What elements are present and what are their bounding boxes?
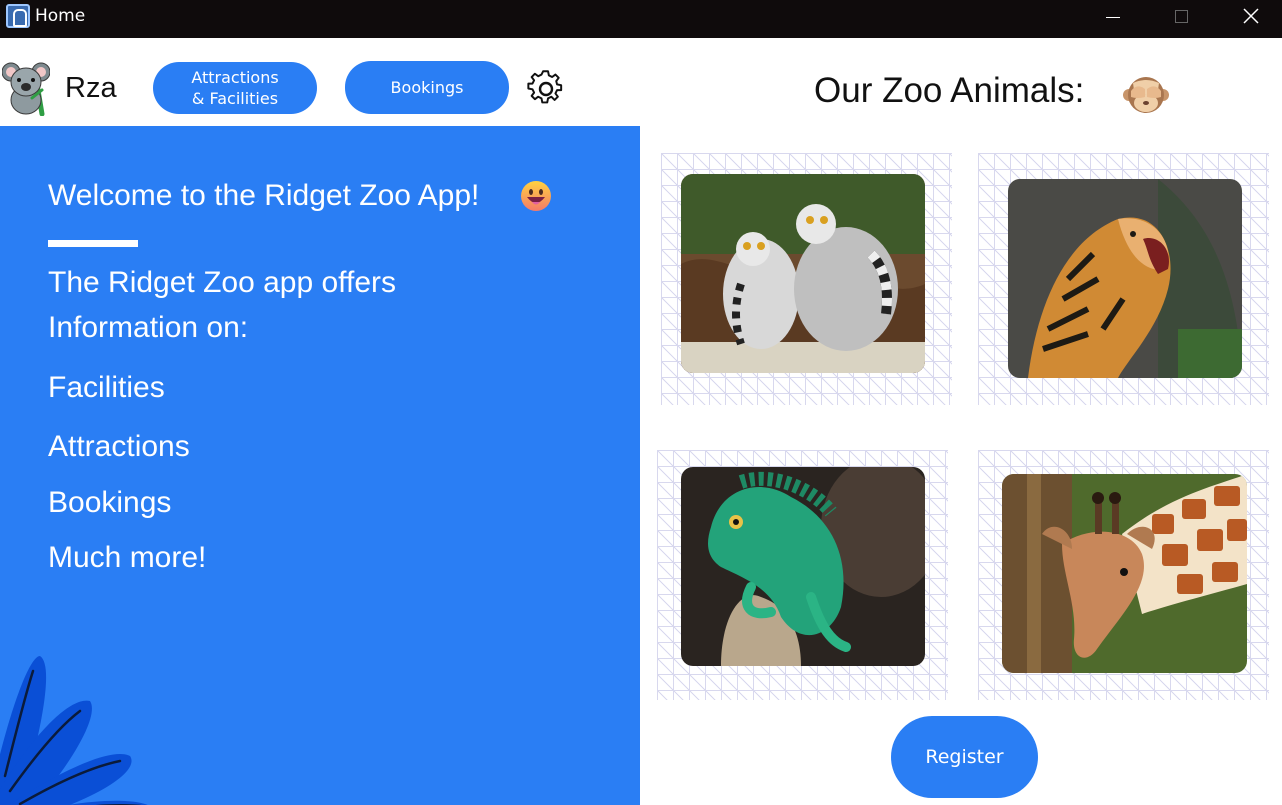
feature-attractions: Attractions bbox=[48, 430, 190, 463]
close-button[interactable] bbox=[1216, 0, 1282, 32]
giraffe-photo[interactable] bbox=[1002, 474, 1247, 673]
animals-title: Our Zoo Animals: bbox=[814, 71, 1085, 110]
app-window-icon bbox=[6, 4, 30, 28]
attractions-facilities-button[interactable]: Attractions & Facilities bbox=[153, 62, 317, 114]
attractions-facilities-label-line1: Attractions bbox=[191, 68, 279, 87]
tiger-photo[interactable] bbox=[1008, 179, 1242, 378]
bookings-label: Bookings bbox=[390, 78, 464, 97]
window-title: Home bbox=[35, 6, 86, 26]
intro-text-line2: Information on: bbox=[48, 311, 249, 344]
maximize-button[interactable] bbox=[1146, 0, 1216, 32]
bookings-button[interactable]: Bookings bbox=[345, 61, 509, 114]
window-titlebar: Home bbox=[0, 0, 1282, 38]
lizard-photo[interactable] bbox=[681, 467, 925, 666]
welcome-heading: Welcome to the Ridget Zoo App! bbox=[48, 179, 480, 212]
koala-icon bbox=[2, 62, 50, 116]
lemurs-photo[interactable] bbox=[681, 174, 925, 373]
grinning-face-emoji bbox=[521, 181, 551, 211]
attractions-facilities-label-line2: & Facilities bbox=[191, 89, 279, 108]
welcome-panel: Welcome to the Ridget Zoo App! The Ridge… bbox=[0, 126, 640, 805]
close-icon bbox=[1243, 8, 1259, 24]
feature-facilities: Facilities bbox=[48, 371, 165, 404]
intro-text-line1: The Ridget Zoo app offers bbox=[48, 266, 396, 299]
brand-name: Rza bbox=[65, 72, 117, 104]
gear-icon[interactable] bbox=[527, 70, 565, 108]
attractions-facilities-label: Attractions & Facilities bbox=[191, 67, 278, 109]
maximize-icon bbox=[1174, 9, 1188, 23]
heading-divider bbox=[48, 240, 138, 247]
feature-bookings: Bookings bbox=[48, 486, 172, 519]
leaf-decoration bbox=[0, 656, 148, 805]
see-no-evil-monkey-emoji bbox=[1123, 77, 1169, 113]
feature-much-more: Much more! bbox=[48, 541, 207, 574]
register-button[interactable]: Register bbox=[891, 716, 1038, 798]
minimize-icon bbox=[1106, 16, 1120, 18]
minimize-button[interactable] bbox=[1078, 0, 1148, 32]
